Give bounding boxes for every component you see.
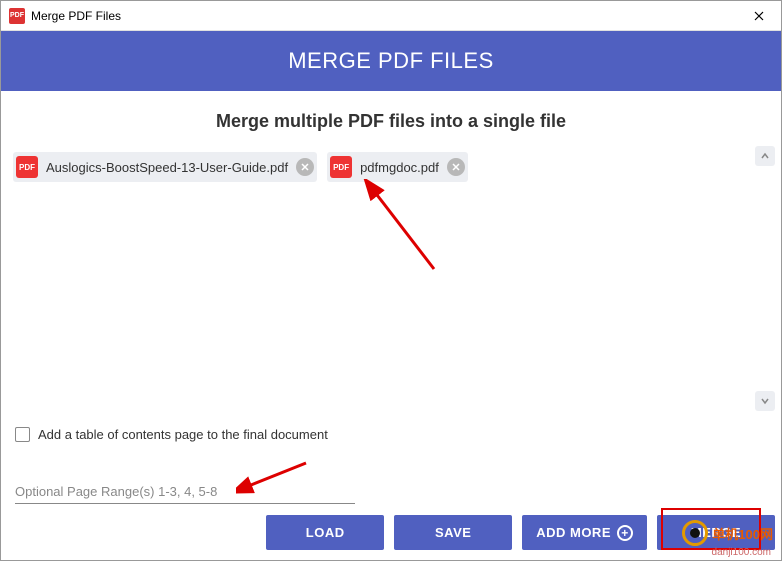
file-chip-label: Auslogics-BoostSpeed-13-User-Guide.pdf xyxy=(46,160,288,175)
move-up-button[interactable] xyxy=(755,146,775,166)
add-more-label: ADD MORE xyxy=(536,525,611,540)
remove-file-button[interactable] xyxy=(447,158,465,176)
close-icon xyxy=(301,163,309,171)
save-button[interactable]: SAVE xyxy=(394,515,512,550)
page-range-row xyxy=(11,480,771,504)
toc-checkbox[interactable] xyxy=(15,427,30,442)
close-icon xyxy=(452,163,460,171)
add-more-button[interactable]: ADD MORE + xyxy=(522,515,647,550)
chevron-down-icon xyxy=(760,396,770,406)
main-content: Merge multiple PDF files into a single f… xyxy=(1,91,781,562)
file-chip-label: pdfmgdoc.pdf xyxy=(360,160,439,175)
toc-checkbox-label: Add a table of contents page to the fina… xyxy=(38,427,328,442)
pdf-icon: PDF xyxy=(16,156,38,178)
remove-file-button[interactable] xyxy=(296,158,314,176)
load-button[interactable]: LOAD xyxy=(266,515,384,550)
window-titlebar: PDF Merge PDF Files xyxy=(1,1,781,31)
close-button[interactable] xyxy=(736,1,781,31)
page-range-input[interactable] xyxy=(15,480,355,504)
header-band: MERGE PDF FILES xyxy=(1,31,781,91)
window-title: Merge PDF Files xyxy=(31,9,736,23)
file-chips-row: PDF Auslogics-BoostSpeed-13-User-Guide.p… xyxy=(11,152,771,182)
app-icon: PDF xyxy=(9,8,25,24)
close-icon xyxy=(754,11,764,21)
button-row: LOAD SAVE ADD MORE + MERGE xyxy=(266,515,775,550)
plus-icon: + xyxy=(617,525,633,541)
header-title: MERGE PDF FILES xyxy=(288,48,494,74)
merge-button[interactable]: MERGE xyxy=(657,515,775,550)
watermark-sub: danji100.com xyxy=(712,547,771,558)
chevron-up-icon xyxy=(760,151,770,161)
pdf-icon: PDF xyxy=(330,156,352,178)
file-chip[interactable]: PDF pdfmgdoc.pdf xyxy=(327,152,468,182)
move-down-button[interactable] xyxy=(755,391,775,411)
page-subtitle: Merge multiple PDF files into a single f… xyxy=(11,111,771,132)
toc-checkbox-row: Add a table of contents page to the fina… xyxy=(11,427,771,442)
file-chip[interactable]: PDF Auslogics-BoostSpeed-13-User-Guide.p… xyxy=(13,152,317,182)
